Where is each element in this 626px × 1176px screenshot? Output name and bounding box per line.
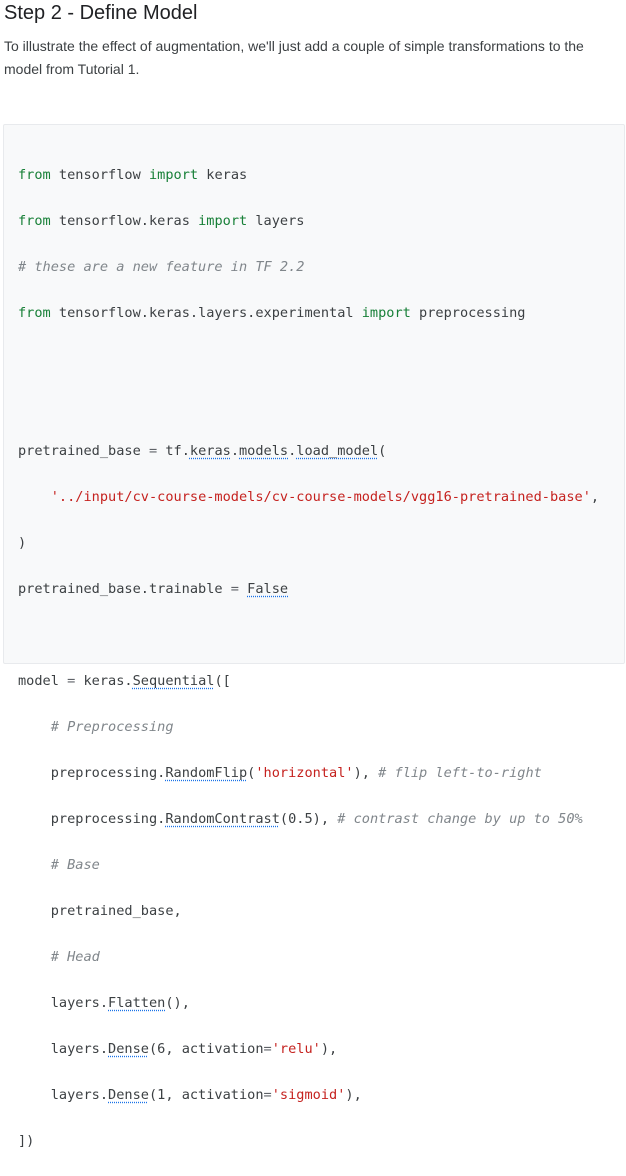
keyword: from — [18, 305, 51, 321]
section-heading: Step 2 - Define Model — [4, 2, 198, 24]
code-string: 'relu' — [271, 1041, 321, 1057]
code-identifier: False — [247, 581, 289, 597]
code-text: tensorflow — [50, 167, 149, 183]
code-identifier: Dense — [108, 1041, 149, 1057]
code-text: preprocessing. — [18, 811, 166, 827]
code-line-7: pretrained_base = tf.keras.models.load_m… — [18, 440, 599, 463]
code-block[interactable]: from tensorflow import keras from tensor… — [3, 124, 625, 1149]
code-line-3: # these are a new feature in TF 2.2 — [18, 256, 599, 279]
code-string: 'horizontal' — [255, 765, 354, 781]
code-text: ([ — [214, 673, 231, 689]
code-text: ]) — [18, 1133, 35, 1149]
code-text: layers. — [18, 995, 109, 1011]
operator: = — [230, 581, 239, 597]
code-line-12: model = keras.Sequential([ — [18, 670, 599, 693]
keyword: import — [361, 305, 411, 321]
code-text: pretrained_base.trainable — [18, 581, 231, 597]
code-line-8: '../input/cv-course-models/cv-course-mod… — [18, 486, 599, 509]
code-line-2: from tensorflow.keras import layers — [18, 210, 599, 233]
operator: = — [263, 1041, 272, 1057]
code-text: ( — [247, 765, 256, 781]
code-text: preprocessing — [410, 305, 526, 321]
operator: = — [67, 673, 76, 689]
code-text: layers — [247, 213, 305, 229]
code-line-16: # Base — [18, 854, 599, 877]
code-line-13: # Preprocessing — [18, 716, 599, 739]
code-comment: # Head — [18, 949, 100, 965]
code-line-4: from tensorflow.keras.layers.experimenta… — [18, 302, 599, 325]
code-text: (6, activation — [148, 1041, 264, 1057]
code-text: (1, activation — [148, 1087, 264, 1103]
code-identifier: Dense — [108, 1087, 149, 1103]
code-text: (), — [165, 995, 190, 1011]
code-line-20: layers.Dense(6, activation='relu'), — [18, 1038, 599, 1061]
keyword: import — [148, 167, 199, 183]
code-text: (0.5), — [279, 811, 338, 827]
code-text: ), — [320, 1041, 338, 1057]
code-text: pretrained_base, — [18, 903, 182, 919]
code-line-18: # Head — [18, 946, 599, 969]
code-line-22: ]) — [18, 1130, 599, 1153]
code-text: , — [590, 489, 600, 505]
code-text: ), — [345, 1087, 362, 1103]
keyword: from — [18, 167, 51, 183]
operator: = — [263, 1087, 272, 1103]
code-line-17: pretrained_base, — [18, 900, 599, 923]
code-text: keras. — [75, 673, 133, 689]
code-line-21: layers.Dense(1, activation='sigmoid'), — [18, 1084, 599, 1107]
code-identifier: Flatten — [108, 995, 166, 1011]
keyword: import — [198, 213, 248, 229]
code-text: tensorflow.keras.layers.experimental — [50, 305, 362, 321]
intro-paragraph: To illustrate the effect of augmentation… — [4, 38, 584, 77]
code-identifier: RandomContrast — [165, 811, 280, 827]
code-comment: # flip left-to-right — [378, 765, 542, 781]
code-text: pretrained_base — [18, 443, 149, 459]
code-line-14: preprocessing.RandomFlip('horizontal'), … — [18, 762, 599, 785]
code-text: preprocessing. — [18, 765, 166, 781]
code-text: ( — [378, 443, 387, 459]
code-identifier: Sequential — [132, 673, 215, 689]
code-text: keras — [198, 167, 248, 183]
code-text: . — [230, 443, 239, 459]
operator: = — [148, 443, 158, 459]
code-identifier: RandomFlip — [165, 765, 248, 781]
code-line-19: layers.Flatten(), — [18, 992, 599, 1015]
code-text: tensorflow.keras — [50, 213, 199, 229]
code-text: ) — [18, 535, 27, 551]
code-text: layers. — [18, 1041, 109, 1057]
code-string: '../input/cv-course-models/cv-course-mod… — [50, 489, 591, 505]
code-line-15: preprocessing.RandomContrast(0.5), # con… — [18, 808, 599, 831]
code-line-10: pretrained_base.trainable = False — [18, 578, 599, 601]
code-identifier: models — [239, 443, 289, 459]
code-comment: # Preprocessing — [18, 719, 174, 735]
code-identifier: keras — [189, 443, 231, 459]
code-text: ), — [353, 765, 379, 781]
code-line-9: ) — [18, 532, 599, 555]
code-comment: # contrast change by up to 50% — [337, 811, 583, 827]
code-content: from tensorflow import keras from tensor… — [18, 141, 599, 1176]
code-comment: # Base — [18, 857, 100, 873]
code-text: tf. — [157, 443, 190, 459]
code-text: model — [18, 673, 68, 689]
code-identifier: load_model — [296, 443, 379, 459]
keyword: from — [18, 213, 51, 229]
code-string: 'sigmoid' — [271, 1087, 346, 1103]
code-text: layers. — [18, 1087, 109, 1103]
code-comment: # these are a new feature in TF 2.2 — [18, 259, 305, 275]
code-line-1: from tensorflow import keras — [18, 164, 599, 187]
